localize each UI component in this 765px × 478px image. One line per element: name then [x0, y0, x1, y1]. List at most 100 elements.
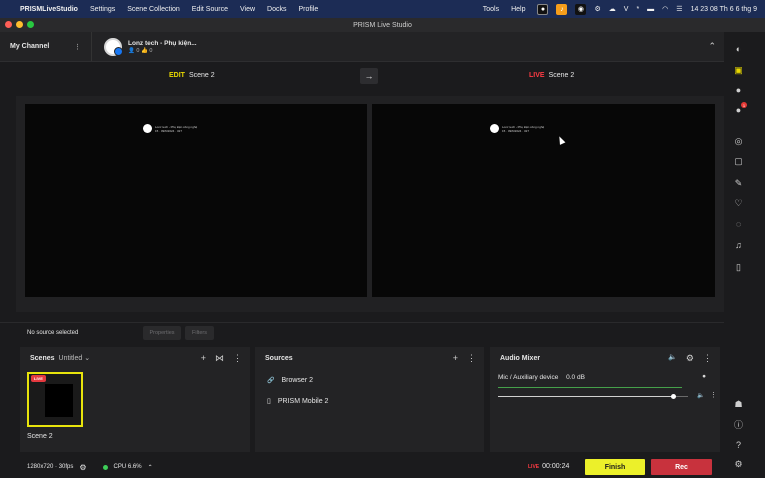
music-icon[interactable]: ♫	[733, 240, 744, 251]
menu-scene-collection[interactable]: Scene Collection	[127, 6, 180, 13]
menu-app-name[interactable]: PRISMLiveStudio	[20, 6, 78, 13]
volume-fader-knob[interactable]	[670, 394, 676, 399]
control-center-icon[interactable]: ☰	[676, 5, 682, 13]
cloud-tray-icon[interactable]: ☁	[609, 5, 616, 13]
channel-account[interactable]: Lonz tech - Phụ kiện... 👤 0 👍 0	[92, 37, 197, 56]
source-item-label: PRISM Mobile 2	[277, 397, 329, 405]
battery-tray-icon[interactable]: ▬	[647, 6, 654, 13]
mixer-gear-icon[interactable]: ⚙	[686, 353, 694, 363]
help-icon[interactable]: ?	[733, 440, 744, 451]
overlay-line-2: 15 · 09/6/2024 · 327	[155, 128, 183, 133]
account-name: Lonz tech - Phụ kiện...	[128, 39, 197, 47]
add-scene-icon[interactable]: +	[201, 353, 206, 363]
sticker-icon[interactable]: ◌	[733, 219, 744, 230]
live-preview-canvas[interactable]: Lonz tech - Phụ kiện công nghệ 15 · 09/6…	[372, 104, 715, 297]
scene-collection-dropdown[interactable]: Untitled ⌄	[59, 354, 91, 362]
collapse-chevron-icon[interactable]: ⌃	[708, 41, 716, 52]
live-timer-tag: LIVE	[528, 464, 540, 470]
audio-level-meter	[498, 387, 682, 388]
mic-tray-icon[interactable]: ♪	[556, 3, 568, 15]
record-tray-icon[interactable]: ◉	[575, 3, 587, 15]
source-item-mobile[interactable]: ▯ PRISM Mobile 2	[267, 397, 329, 406]
account-avatar[interactable]	[104, 37, 123, 56]
virtual-background-icon[interactable]: ☗	[733, 399, 744, 410]
screenshot-icon[interactable]: ▢	[733, 156, 744, 167]
finish-button[interactable]: Finish	[585, 459, 645, 475]
menu-profile[interactable]: Profile	[298, 6, 318, 13]
zoom-window-button[interactable]	[27, 21, 34, 28]
right-sidebar: ◐ ▣ ● ● 1 ◎ ▢ ✎ ♡ ◌ ♫ ▯ ☗ ⓘ ? ⚙	[724, 32, 765, 478]
audio-mixer-dock: Audio Mixer 🔈 ⚙ ⋮	[490, 347, 720, 452]
live-timer: LIVE 00:00:24	[528, 463, 569, 470]
swap-arrow-icon[interactable]: →	[360, 68, 378, 84]
notification-badge: 1	[741, 102, 747, 108]
track-speaker-icon[interactable]: 🔈	[697, 392, 704, 399]
menu-help[interactable]: Help	[511, 6, 525, 13]
overlay-logo-icon	[490, 124, 499, 133]
audio-mixer-header: Audio Mixer 🔈 ⚙ ⋮	[490, 347, 720, 369]
live-tag: LIVE	[529, 72, 545, 79]
menu-clock[interactable]: 14 23 08 Th 6 6 thg 9	[691, 6, 757, 13]
live-timer-value: 00:00:24	[542, 463, 570, 470]
live-scene-name: Scene 2	[548, 72, 575, 79]
menu-tools[interactable]: Tools	[483, 6, 499, 13]
track-level: 0.0 dB	[566, 374, 585, 381]
rec-button[interactable]: Rec	[651, 459, 712, 475]
filters-button[interactable]: Filters	[185, 326, 214, 340]
cpu-chevron-icon[interactable]: ⌃	[148, 464, 153, 471]
edit-scene-name: Scene 2	[188, 72, 215, 79]
track-more-icon[interactable]: ⋮	[710, 391, 717, 399]
resolution-label: 1280x720 · 30fps	[27, 464, 74, 470]
sources-title: Sources	[265, 354, 293, 362]
macos-menu-bar: PRISMLiveStudio Settings Scene Collectio…	[0, 0, 765, 18]
properties-button[interactable]: Properties	[143, 326, 181, 340]
scene-name[interactable]: Scene 2	[27, 433, 53, 440]
live-scene-label: LIVE Scene 2	[529, 72, 574, 79]
menu-view[interactable]: View	[240, 6, 255, 13]
add-source-icon[interactable]: +	[453, 353, 458, 363]
menu-edit-source[interactable]: Edit Source	[192, 6, 228, 13]
scene-thumbnail[interactable]: LIVE	[27, 372, 83, 427]
mixer-more-icon[interactable]: ⋮	[703, 353, 712, 363]
wifi-tray-icon[interactable]: ◠	[662, 5, 668, 13]
source-item-browser[interactable]: 🔗 Browser 2	[267, 377, 313, 384]
settings-tray-icon[interactable]: ⚙	[594, 5, 600, 13]
heart-icon[interactable]: ♡	[733, 198, 744, 209]
menu-docks[interactable]: Docks	[267, 6, 286, 13]
drawing-icon[interactable]: ✎	[733, 178, 744, 189]
track-status-dot-icon[interactable]: ●	[702, 373, 706, 380]
cpu-status-dot	[102, 464, 108, 470]
audio-track: Mic / Auxiliary device 0.0 dB ●	[498, 373, 712, 381]
info-icon[interactable]: ⓘ	[733, 420, 744, 431]
speaker-icon[interactable]: 🔈	[668, 353, 677, 363]
obs-tray-icon[interactable]: ●	[537, 3, 549, 15]
settings-gear-icon[interactable]: ⚙	[733, 459, 744, 470]
minimize-window-button[interactable]	[16, 21, 23, 28]
sources-header: Sources + ⋮	[255, 347, 484, 369]
source-selection-bar: No source selected Properties Filters	[0, 322, 724, 342]
chat-icon[interactable]: ●	[733, 85, 744, 96]
source-item-label: Browser 2	[281, 377, 313, 384]
camera-icon[interactable]: ◎	[733, 136, 744, 147]
account-stats: 👤 0 👍 0	[128, 47, 153, 54]
mouse-cursor-icon	[556, 135, 566, 145]
output-settings-gear-icon[interactable]: ⚙	[79, 463, 86, 472]
bluetooth-tray-icon[interactable]: *	[636, 6, 639, 13]
profile-icon[interactable]: ◐	[733, 44, 744, 55]
menu-settings[interactable]: Settings	[90, 6, 115, 13]
scenes-more-icon[interactable]: ⋮	[233, 353, 242, 363]
transition-icon[interactable]: ⋈	[215, 353, 224, 363]
my-channel-header: My Channel ⋮	[0, 32, 92, 61]
sources-more-icon[interactable]: ⋮	[467, 353, 476, 363]
close-window-button[interactable]	[5, 21, 12, 28]
v-tray-icon[interactable]: V	[624, 6, 629, 13]
edit-preview-canvas[interactable]: Lonz tech - Phụ kiện công nghệ 15 · 09/6…	[25, 104, 367, 297]
mobile-remote-icon[interactable]: ▯	[733, 262, 744, 273]
volume-fader[interactable]	[498, 394, 688, 399]
scene-live-badge: LIVE	[31, 375, 46, 382]
chat-widget-icon[interactable]: ▣	[733, 65, 744, 76]
audio-mixer-title: Audio Mixer	[500, 354, 541, 362]
scenes-header: Scenes Untitled ⌄ + ⋈ ⋮	[20, 347, 250, 369]
window-title-bar: PRISM Live Studio	[0, 18, 765, 32]
channel-more-icon[interactable]: ⋮	[74, 43, 81, 51]
